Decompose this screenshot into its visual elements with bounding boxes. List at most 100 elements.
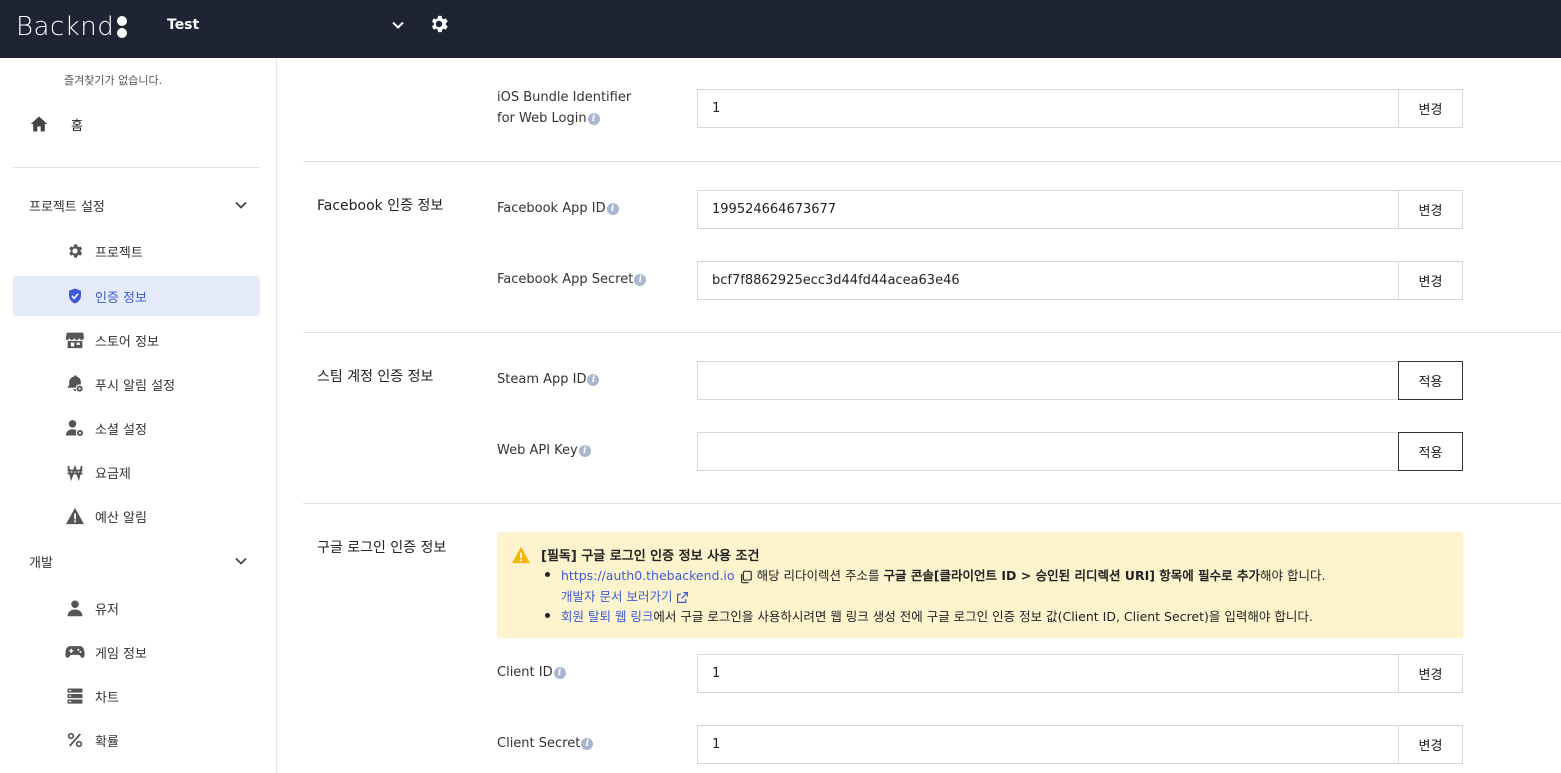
facebook-app-id-change-button[interactable]: 변경	[1398, 190, 1463, 229]
bullet	[545, 613, 550, 618]
sidebar-item-charts[interactable]: 차트	[13, 676, 260, 716]
gear-icon	[65, 241, 85, 261]
label-text: Steam App ID	[497, 372, 587, 387]
label-text: Client Secret	[497, 736, 581, 751]
server-icon	[65, 686, 85, 706]
ios-bundle-identifier-row: 변경	[697, 89, 1463, 128]
client-secret-label: Client Secret i	[497, 733, 594, 754]
google-section-title: 구글 로그인 인증 정보	[317, 540, 447, 556]
web-api-key-apply-button[interactable]: 적용	[1398, 432, 1463, 471]
notice-title: [필독] 구글 로그인 인증 정보 사용 조건	[541, 549, 760, 564]
info-icon[interactable]: i	[587, 112, 600, 125]
sidebar-item-push-settings[interactable]: 푸시 알림 설정	[13, 364, 260, 404]
auth-redirect-link[interactable]: https://auth0.thebackend.io	[561, 568, 735, 583]
client-secret-input[interactable]	[697, 725, 1398, 764]
web-api-key-input[interactable]	[697, 432, 1398, 471]
client-id-label: Client ID i	[497, 662, 566, 683]
logo-text: Backnd	[16, 12, 115, 42]
warning-icon	[65, 506, 85, 526]
sidebar-item-auth-info[interactable]: 인증 정보	[13, 276, 260, 316]
client-id-row: 변경	[697, 654, 1463, 693]
sidebar-item-social-settings[interactable]: 소셜 설정	[13, 408, 260, 448]
sidebar-item-home[interactable]: 홈	[13, 104, 260, 144]
ios-bundle-change-button[interactable]: 변경	[1398, 89, 1463, 128]
info-icon[interactable]: i	[581, 737, 594, 750]
sidebar-item-label: 스토어 정보	[95, 334, 159, 350]
ios-bundle-identifier-input[interactable]	[697, 89, 1398, 128]
project-selector[interactable]: Test	[155, 10, 413, 40]
sidebar-item-budget-alert[interactable]: 예산 알림	[13, 496, 260, 536]
sidebar-item-users[interactable]: 유저	[13, 588, 260, 628]
sidebar-item-project[interactable]: 프로젝트	[13, 231, 260, 271]
client-secret-change-button[interactable]: 변경	[1398, 725, 1463, 764]
facebook-app-secret-label: Facebook App Secret i	[497, 269, 647, 290]
google-login-notice: [필독] 구글 로그인 인증 정보 사용 조건 https://auth0.th…	[497, 532, 1463, 638]
sidebar-item-label: 소셜 설정	[95, 422, 147, 438]
external-link-icon[interactable]	[676, 591, 689, 604]
logo-mark-icon	[116, 15, 128, 39]
section-divider	[303, 503, 1561, 504]
store-icon	[65, 330, 85, 350]
info-icon[interactable]: i	[587, 373, 600, 386]
sidebar-group-label: 개발	[29, 555, 53, 571]
sidebar-item-label: 게임 정보	[95, 646, 147, 662]
facebook-app-id-label: Facebook App ID i	[497, 198, 619, 219]
notice-emphasis: 구글 콘솔[클라이언트 ID > 승인된 리디렉션 URI] 항목에 필수로 추…	[883, 568, 1261, 583]
notice-line-redirect: https://auth0.thebackend.io 해당 리다이렉션 주소를 …	[561, 565, 1325, 584]
sidebar-item-probability[interactable]: 확률	[13, 720, 260, 760]
copy-icon[interactable]	[739, 570, 753, 584]
ios-bundle-identifier-label: iOS Bundle Identifier for Web Login i	[497, 87, 631, 129]
sidebar-item-label: 푸시 알림 설정	[95, 378, 176, 394]
label-line: iOS Bundle Identifier	[497, 90, 632, 105]
section-divider	[303, 332, 1561, 333]
facebook-app-id-input[interactable]	[697, 190, 1398, 229]
facebook-app-secret-row: 변경	[697, 261, 1463, 300]
facebook-app-secret-change-button[interactable]: 변경	[1398, 261, 1463, 300]
main-content: iOS Bundle Identifier for Web Logini 변경 …	[277, 58, 1561, 773]
info-icon[interactable]: i	[553, 666, 566, 679]
section-divider	[303, 161, 1561, 162]
steam-app-id-input[interactable]	[697, 361, 1398, 400]
favorites-empty-text: 즐겨찾기가 없습니다.	[64, 74, 163, 87]
sidebar-group-label: 프로젝트 설정	[29, 199, 105, 215]
client-id-input[interactable]	[697, 654, 1398, 693]
steam-app-id-row: 적용	[697, 361, 1463, 400]
user-gear-icon	[65, 418, 85, 438]
sidebar-item-game-info[interactable]: 게임 정보	[13, 632, 260, 672]
home-icon	[30, 116, 48, 132]
notice-line-docs: 개발자 문서 보러가기	[561, 586, 689, 605]
sidebar: 즐겨찾기가 없습니다. 홈 프로젝트 설정 프로젝트 인증 정보 스토어 정보 …	[0, 58, 277, 773]
backnd-logo[interactable]: Backnd	[16, 10, 128, 44]
sidebar-group-development[interactable]: 개발	[13, 543, 260, 579]
info-icon[interactable]: i	[606, 202, 619, 215]
steam-app-id-apply-button[interactable]: 적용	[1398, 361, 1463, 400]
label-text: Facebook App Secret	[497, 272, 634, 287]
sidebar-group-project-settings[interactable]: 프로젝트 설정	[13, 187, 260, 223]
project-name: Test	[167, 17, 200, 33]
info-icon[interactable]: i	[634, 273, 647, 286]
withdraw-web-link[interactable]: 회원 탈퇴 웹 링크	[561, 609, 653, 624]
sidebar-item-label: 유저	[95, 602, 119, 618]
notice-line-withdraw: 회원 탈퇴 웹 링크에서 구글 로그인을 사용하시려면 웹 링크 생성 전에 구…	[561, 606, 1313, 625]
developer-docs-link[interactable]: 개발자 문서 보러가기	[561, 589, 672, 604]
sidebar-item-label: 확률	[95, 734, 119, 750]
sidebar-item-pricing[interactable]: 요금제	[13, 452, 260, 492]
warning-icon	[512, 546, 530, 564]
label-line: for Web Login	[497, 111, 587, 126]
sidebar-item-label: 프로젝트	[95, 245, 143, 261]
sidebar-item-label: 홈	[71, 118, 83, 134]
client-id-change-button[interactable]: 변경	[1398, 654, 1463, 693]
web-api-key-row: 적용	[697, 432, 1463, 471]
sidebar-item-store-info[interactable]: 스토어 정보	[13, 320, 260, 360]
sidebar-item-label: 차트	[95, 690, 119, 706]
facebook-app-id-row: 변경	[697, 190, 1463, 229]
facebook-app-secret-input[interactable]	[697, 261, 1398, 300]
steam-app-id-label: Steam App ID i	[497, 369, 600, 390]
bell-gear-icon	[65, 374, 85, 394]
info-icon[interactable]: i	[578, 444, 591, 457]
sidebar-item-label: 요금제	[95, 466, 131, 482]
web-api-key-label: Web API Key i	[497, 440, 591, 461]
label-text: Client ID	[497, 665, 553, 680]
sidebar-divider	[13, 167, 260, 168]
gear-icon[interactable]	[428, 13, 450, 35]
